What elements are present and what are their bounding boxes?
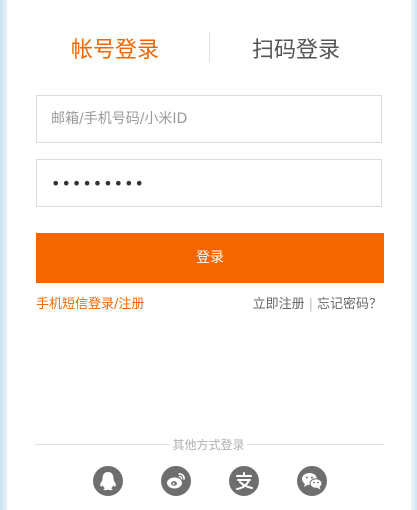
link-separator: |: [308, 297, 313, 312]
other-login-label: 其他方式登录: [170, 438, 247, 452]
username-field-box: [36, 95, 382, 143]
tab-account-login[interactable]: 帐号登录: [71, 32, 159, 64]
password-input[interactable]: [37, 160, 381, 206]
username-input[interactable]: [37, 96, 381, 142]
login-button[interactable]: 登录: [36, 233, 384, 283]
tab-qr-login[interactable]: 扫码登录: [252, 32, 340, 64]
qq-icon: [100, 472, 116, 491]
window-edge-right: [411, 0, 417, 510]
register-now-link[interactable]: 立即注册: [253, 297, 305, 312]
forgot-password-link[interactable]: 忘记密码？: [317, 297, 382, 312]
wechat-login-button[interactable]: [297, 466, 327, 496]
weibo-login-button[interactable]: [161, 466, 191, 496]
alipay-login-button[interactable]: [229, 466, 259, 496]
weibo-icon: [167, 473, 185, 489]
account-links: 立即注册 | 忘记密码？: [253, 293, 382, 312]
other-login-label-wrap: 其他方式登录: [0, 436, 417, 453]
alipay-icon: [236, 472, 253, 490]
qq-login-button[interactable]: [93, 466, 123, 496]
tab-divider: [209, 32, 210, 62]
password-field-box: [36, 159, 382, 207]
sms-login-register-link[interactable]: 手机短信登录/注册: [36, 293, 144, 312]
window-edge-left: [0, 0, 7, 510]
wechat-icon: [302, 473, 323, 490]
